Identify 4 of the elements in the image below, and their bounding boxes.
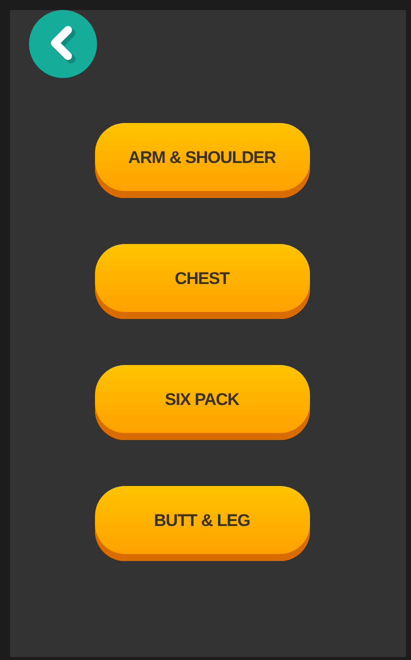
category-button[interactable]: BUTT & LEG bbox=[94, 486, 310, 561]
category-button[interactable]: SIX PACK bbox=[94, 365, 310, 440]
category-button[interactable]: CHEST bbox=[94, 244, 310, 319]
category-button[interactable]: ARM & SHOULDER bbox=[94, 123, 310, 198]
